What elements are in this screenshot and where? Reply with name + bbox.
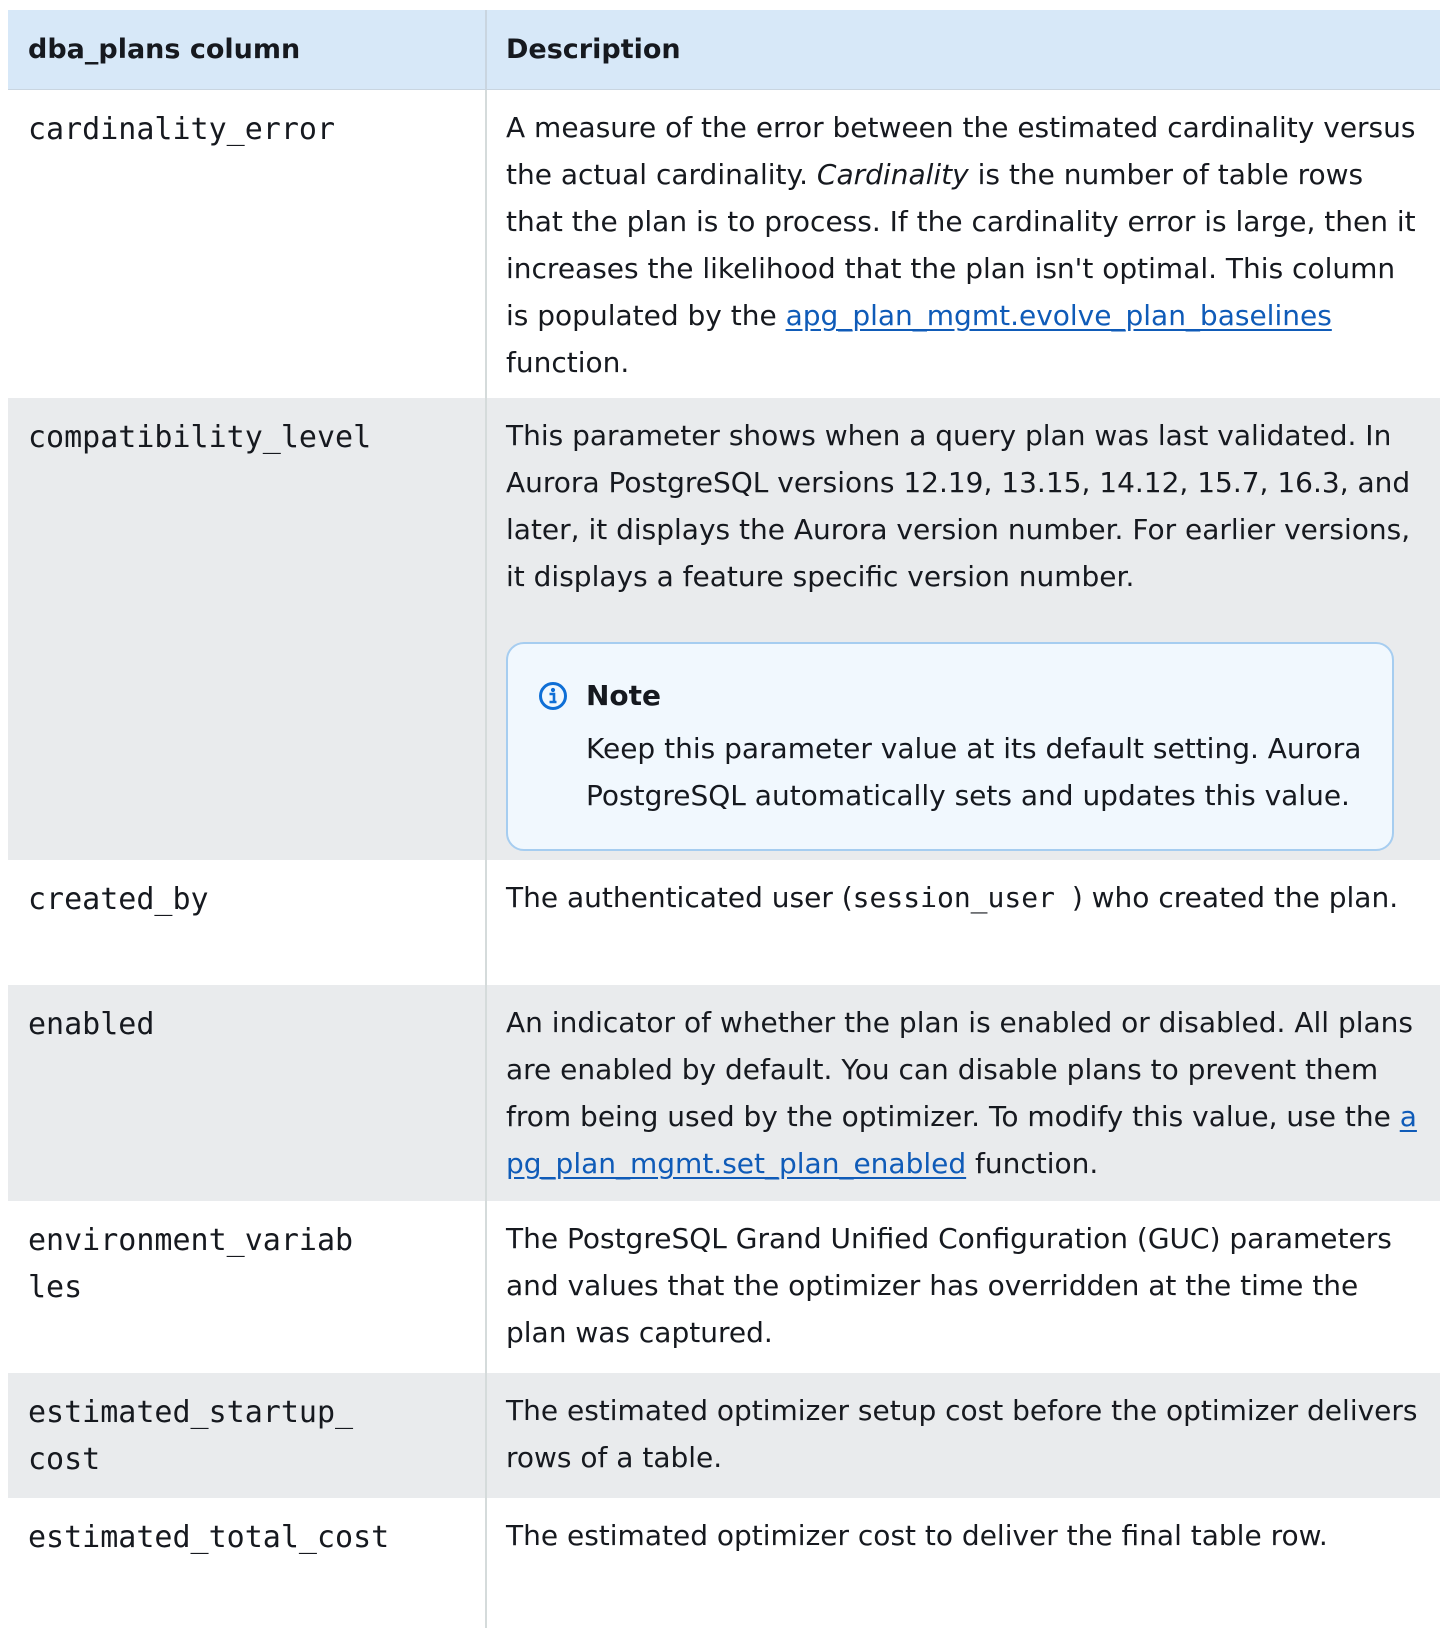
table-row: estimated_total_cost The estimated optim… [8, 1498, 1440, 1628]
column-name: compatibility_level [28, 420, 372, 455]
description-text: function. [966, 1147, 1099, 1180]
inline-code: session_user [852, 881, 1072, 914]
description-text: This parameter shows when a query plan w… [506, 419, 1411, 593]
description-text: An indicator of whether the plan is enab… [506, 1006, 1413, 1133]
table-row: enabled An indicator of whether the plan… [8, 985, 1440, 1201]
description-cell: This parameter shows when a query plan w… [487, 398, 1440, 860]
column-name: created_by [28, 882, 209, 917]
table-header: dba_plans column Description [8, 10, 1440, 90]
column-name: cardinality_error [28, 112, 336, 147]
note-callout: Note Keep this parameter value at its de… [506, 642, 1394, 851]
column-name-cell: cardinality_error [8, 90, 487, 398]
evolve-plan-baselines-link[interactable]: apg_plan_mgmt.evolve_plan_baselines [786, 299, 1332, 332]
table-row: environment_variables The PostgreSQL Gra… [8, 1201, 1440, 1373]
description-cell: The authenticated user (session_user ) w… [487, 860, 1440, 985]
description-emphasis: Cardinality [816, 158, 969, 191]
note-title: Note [586, 679, 662, 712]
description-text: function. [506, 346, 630, 379]
table-row: compatibility_level This parameter shows… [8, 398, 1440, 860]
table-row: cardinality_error A measure of the error… [8, 90, 1440, 398]
column-name-cell: environment_variables [8, 1201, 487, 1373]
column-name: estimated_total_cost [28, 1520, 390, 1555]
description-cell: The estimated optimizer setup cost befor… [487, 1373, 1440, 1498]
info-circle-icon [539, 681, 567, 710]
description-text: The PostgreSQL Grand Unified Configurati… [506, 1222, 1392, 1349]
column-header-description: Description [506, 34, 681, 65]
description-cell: The PostgreSQL Grand Unified Configurati… [487, 1201, 1440, 1373]
column-header-name: dba_plans column [8, 10, 487, 89]
description-cell: A measure of the error between the estim… [487, 90, 1440, 398]
description-text: The authenticated user ( [506, 881, 853, 914]
table-row: estimated_startup_cost The estimated opt… [8, 1373, 1440, 1498]
description-text: ) who created the plan. [1071, 881, 1399, 914]
column-name-cell: estimated_total_cost [8, 1498, 487, 1628]
column-name-cell: enabled [8, 985, 487, 1201]
column-name: enabled [28, 1007, 155, 1042]
description-text: The estimated optimizer setup cost befor… [506, 1394, 1418, 1474]
note-header: Note [538, 672, 1368, 719]
column-name-cell: compatibility_level [8, 398, 487, 860]
column-name: environment_variables [28, 1223, 354, 1305]
description-cell: The estimated optimizer cost to deliver … [487, 1498, 1440, 1628]
column-name: estimated_startup_cost [28, 1395, 354, 1477]
dba-plans-table: dba_plans column Description cardinality… [8, 10, 1440, 1628]
column-name-cell: created_by [8, 860, 487, 985]
note-body: Keep this parameter value at its default… [586, 732, 1362, 812]
column-name-cell: estimated_startup_cost [8, 1373, 487, 1498]
description-cell: An indicator of whether the plan is enab… [487, 985, 1440, 1201]
description-text: The estimated optimizer cost to deliver … [506, 1519, 1328, 1552]
table-row: created_by The authenticated user (sessi… [8, 860, 1440, 985]
